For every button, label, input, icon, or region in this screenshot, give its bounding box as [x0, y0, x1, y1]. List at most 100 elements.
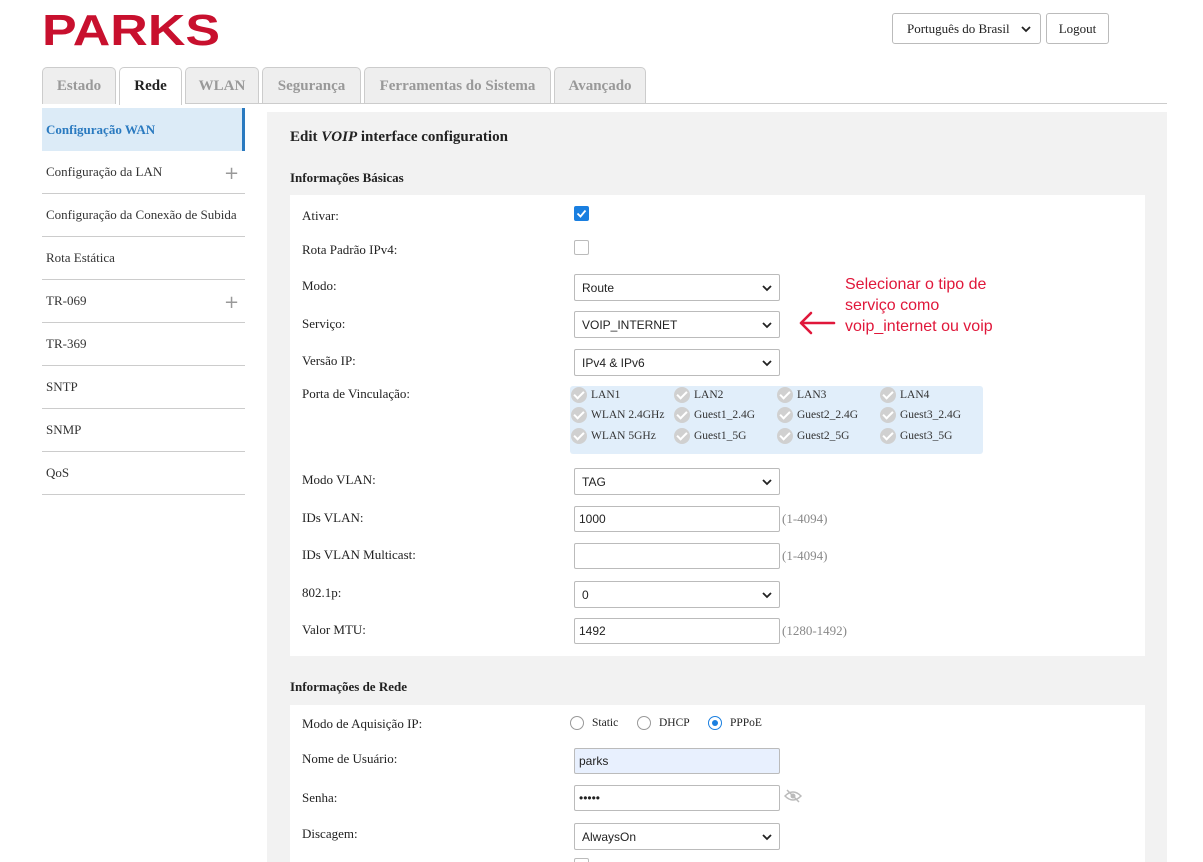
chevron-down-icon	[762, 360, 772, 367]
section-title-network: Informações de Rede	[290, 679, 407, 694]
radio-dhcp[interactable]: DHCP	[637, 716, 690, 730]
vlan-mode-select[interactable]: TAG	[574, 468, 780, 495]
sidebar-item-lan[interactable]: Configuração da LAN +	[42, 151, 245, 194]
arrow-left-icon	[799, 311, 836, 335]
port-guest1-24[interactable]: Guest1_2.4G	[674, 407, 755, 423]
section-title-basic: Informações Básicas	[290, 170, 404, 185]
mtu-label: Valor MTU:	[302, 622, 366, 637]
tab-wlan[interactable]: WLAN	[185, 67, 259, 104]
ip-version-select[interactable]: IPv4 & IPv6	[574, 349, 780, 376]
service-value: VOIP_INTERNET	[582, 317, 678, 332]
tab-estado[interactable]: Estado	[42, 67, 116, 104]
sidebar-item-tr069[interactable]: TR-069 +	[42, 280, 245, 323]
sidebar-item-uplink[interactable]: Configuração da Conexão de Subida	[42, 194, 245, 237]
vlan-mode-label: Modo VLAN:	[302, 472, 376, 487]
binding-label: Porta de Vinculação:	[302, 386, 410, 401]
password-label: Senha:	[302, 790, 338, 805]
default-route-label: Rota Padrão IPv4:	[302, 242, 398, 257]
port-lan1[interactable]: LAN1	[571, 387, 620, 403]
sidebar-item-label: Configuração WAN	[46, 121, 156, 137]
chevron-down-icon	[762, 322, 772, 329]
mode-value: Route	[582, 280, 615, 295]
enable-label: Ativar:	[302, 208, 339, 223]
mtu-input[interactable]: 1492	[574, 618, 780, 644]
radio-circle	[570, 716, 584, 730]
enable-checkbox[interactable]	[574, 206, 589, 221]
port-lan4[interactable]: LAN4	[880, 387, 929, 403]
port-wlan-24[interactable]: WLAN 2.4GHz	[571, 407, 664, 423]
tab-ferramentas[interactable]: Ferramentas do Sistema	[364, 67, 551, 104]
sidebar-item-sntp[interactable]: SNTP	[42, 366, 245, 409]
sidebar-item-tr369[interactable]: TR-369	[42, 323, 245, 366]
port-guest1-5[interactable]: Guest1_5G	[674, 428, 746, 444]
port-guest2-5[interactable]: Guest2_5G	[777, 428, 849, 444]
vlan-multicast-hint: (1-4094)	[782, 548, 828, 563]
language-value: Português do Brasil	[907, 20, 1010, 36]
check-circle-icon	[777, 407, 793, 423]
check-circle-icon	[674, 428, 690, 444]
page-title: Edit VOIP interface configuration	[290, 129, 508, 145]
sidebar-item-label: TR-069	[46, 293, 87, 308]
tab-avancado[interactable]: Avançado	[554, 67, 646, 104]
p8021-value: 0	[582, 587, 589, 602]
mtu-hint: (1280-1492)	[782, 623, 847, 638]
top-tabs: Estado Rede WLAN Segurança Ferramentas d…	[42, 67, 649, 105]
ip-version-label: Versão IP:	[302, 353, 356, 368]
radio-circle-selected	[708, 716, 722, 730]
chevron-down-icon	[762, 592, 772, 599]
eye-slash-icon[interactable]	[784, 788, 802, 804]
vlan-mode-value: TAG	[582, 474, 606, 489]
service-select[interactable]: VOIP_INTERNET	[574, 311, 780, 338]
port-wlan-5[interactable]: WLAN 5GHz	[571, 428, 656, 444]
sidebar-item-wan[interactable]: Configuração WAN	[42, 108, 245, 151]
sidebar-item-label: SNTP	[46, 379, 78, 394]
sidebar-item-label: QoS	[46, 465, 70, 480]
port-lan2[interactable]: LAN2	[674, 387, 723, 403]
p8021-select[interactable]: 0	[574, 581, 780, 608]
partial-checkbox[interactable]	[574, 858, 589, 862]
sidebar-item-qos[interactable]: QoS	[42, 452, 245, 495]
port-lan3[interactable]: LAN3	[777, 387, 826, 403]
vlan-ids-label: IDs VLAN:	[302, 510, 364, 525]
vlan-multicast-label: IDs VLAN Multicast:	[302, 547, 416, 562]
chevron-down-icon	[762, 479, 772, 486]
tabs-divider	[185, 103, 1167, 104]
dial-value: AlwaysOn	[582, 829, 637, 844]
p8021-label: 802.1p:	[302, 585, 342, 600]
radio-pppoe[interactable]: PPPoE	[708, 716, 762, 730]
dial-select[interactable]: AlwaysOn	[574, 823, 780, 850]
password-input[interactable]: •••••	[574, 785, 780, 811]
sidebar-item-label: Rota Estática	[46, 250, 115, 265]
radio-static[interactable]: Static	[570, 716, 618, 730]
check-circle-icon	[674, 407, 690, 423]
svg-text:PARKS: PARKS	[42, 11, 220, 49]
parks-logo: PARKS	[42, 11, 220, 49]
port-guest3-5[interactable]: Guest3_5G	[880, 428, 952, 444]
sidebar-item-label: Configuração da LAN	[46, 164, 163, 179]
default-route-checkbox[interactable]	[574, 240, 589, 255]
check-circle-icon	[880, 387, 896, 403]
tab-rede[interactable]: Rede	[119, 67, 182, 105]
tab-seguranca[interactable]: Segurança	[262, 67, 361, 104]
check-circle-icon	[571, 428, 587, 444]
port-guest2-24[interactable]: Guest2_2.4G	[777, 407, 858, 423]
logout-button[interactable]: Logout	[1046, 13, 1109, 44]
language-select[interactable]: Português do Brasil	[892, 13, 1041, 44]
username-input[interactable]: parks	[574, 748, 780, 774]
sidebar-item-snmp[interactable]: SNMP	[42, 409, 245, 452]
vlan-ids-input[interactable]: 1000	[574, 506, 780, 532]
plus-icon[interactable]: +	[224, 163, 239, 184]
vlan-multicast-input[interactable]	[574, 543, 780, 569]
sidebar-item-label: SNMP	[46, 422, 82, 437]
sidebar-item-static-route[interactable]: Rota Estática	[42, 237, 245, 280]
plus-icon[interactable]: +	[224, 292, 239, 313]
sidebar-item-label: TR-369	[46, 336, 87, 351]
port-guest3-24[interactable]: Guest3_2.4G	[880, 407, 961, 423]
dial-label: Discagem:	[302, 826, 358, 841]
ip-version-value: IPv4 & IPv6	[582, 355, 645, 370]
check-circle-icon	[777, 387, 793, 403]
mode-label: Modo:	[302, 278, 337, 293]
sidebar-item-label: Configuração da Conexão de Subida	[46, 207, 237, 222]
annotation-note: Selecionar o tipo de serviço como voip_i…	[845, 276, 993, 335]
mode-select[interactable]: Route	[574, 274, 780, 301]
